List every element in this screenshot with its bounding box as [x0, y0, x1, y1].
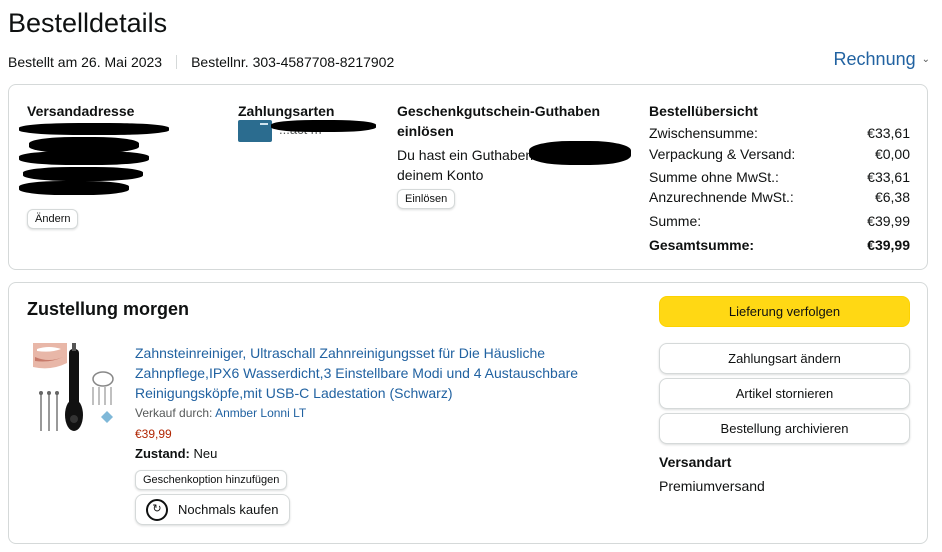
shipping-method-value: Premiumversand [659, 478, 765, 494]
redeem-button[interactable]: Einlösen [397, 189, 456, 209]
summary-value: €39,99 [867, 237, 910, 253]
product-thumbnail-icon [33, 343, 114, 431]
summary-value: €0,00 [874, 146, 910, 162]
order-date: Bestellt am 26. Mai 2023 [8, 54, 163, 70]
summary-value: €33,61 [867, 169, 910, 185]
summary-value: €39,99 [867, 213, 910, 229]
order-summary-card: Versandadresse Ändern Zahlungsarten ...a… [8, 84, 928, 270]
product-condition: Zustand: Neu [135, 446, 217, 461]
gift-card-text-2: deinem Konto [397, 167, 484, 183]
summary-label: Zwischensumme: [649, 125, 758, 141]
archive-order-button[interactable]: Bestellung archivieren [659, 413, 910, 444]
seller-link[interactable]: Anmber Lonni LT [215, 406, 306, 420]
chevron-down-icon: ⌄ [921, 54, 930, 65]
redacted-address [19, 123, 169, 135]
summary-value: €33,61 [867, 125, 910, 141]
credit-card-icon [238, 120, 272, 142]
gift-card-heading: Geschenkgutschein-Guthaben einlösen [397, 103, 601, 139]
condition-value: Neu [193, 446, 218, 461]
redacted-address [23, 167, 143, 181]
change-address-button[interactable]: Ändern [27, 209, 79, 229]
change-payment-button[interactable]: Zahlungsart ändern [659, 343, 910, 374]
product-title-link[interactable]: Zahnsteinreiniger, Ultraschall Zahnreini… [135, 343, 605, 403]
summary-label: Gesamtsumme: [649, 237, 755, 253]
seller-prefix: Verkauf durch: [135, 406, 213, 420]
buy-again-button[interactable]: ↻ Nochmals kaufen [135, 494, 290, 525]
add-gift-option-button[interactable]: Geschenkoption hinzufügen [135, 470, 288, 490]
product-image[interactable] [31, 341, 121, 435]
summary-row: Anzurechnende MwSt.: €6,38 [649, 187, 910, 207]
divider [176, 55, 178, 69]
buy-again-icon: ↻ [146, 498, 168, 521]
summary-total-row: Gesamtsumme: €39,99 [649, 235, 910, 255]
order-number: Bestellnr. 303-4587708-8217902 [191, 54, 395, 70]
redacted-address [19, 181, 129, 195]
invoice-label: Rechnung [833, 49, 916, 69]
shipping-address-heading: Versandadresse [27, 103, 135, 119]
shipping-method-heading: Versandart [659, 454, 732, 470]
order-meta: Bestellt am 26. Mai 2023 Bestellnr. 303-… [8, 54, 394, 70]
product-price: €39,99 [135, 427, 172, 441]
track-delivery-button[interactable]: Lieferung verfolgen [659, 296, 910, 327]
payment-heading: Zahlungsarten [238, 103, 335, 119]
gift-card-text-1: Du hast ein Guthaben [397, 147, 534, 163]
cancel-item-button[interactable]: Artikel stornieren [659, 378, 910, 409]
summary-label: Anzurechnende MwSt.: [649, 189, 794, 205]
condition-label: Zustand: [135, 446, 190, 461]
summary-value: €6,38 [874, 189, 910, 205]
invoice-dropdown[interactable]: Rechnung ⌄ [834, 49, 930, 70]
summary-label: Verpackung & Versand: [649, 146, 796, 162]
summary-row: Verpackung & Versand: €0,00 [649, 144, 910, 164]
summary-label: Summe ohne MwSt.: [649, 169, 779, 185]
redacted-address [19, 151, 149, 165]
redacted-balance [529, 141, 631, 165]
summary-label: Summe: [649, 213, 702, 229]
redacted-payment [271, 120, 376, 132]
summary-row: Summe: €39,99 [649, 211, 910, 231]
seller-info: Verkauf durch: Anmber Lonni LT [135, 406, 306, 420]
summary-heading: Bestellübersicht [649, 103, 758, 119]
page-title: Bestelldetails [8, 8, 168, 38]
summary-row: Zwischensumme: €33,61 [649, 123, 910, 143]
delivery-card: Zustellung morgen Zahnsteinreiniger, Ult… [8, 282, 928, 544]
buy-again-label: Nochmals kaufen [178, 502, 279, 517]
summary-row: Summe ohne MwSt.: €33,61 [649, 167, 910, 187]
delivery-title: Zustellung morgen [27, 299, 189, 319]
